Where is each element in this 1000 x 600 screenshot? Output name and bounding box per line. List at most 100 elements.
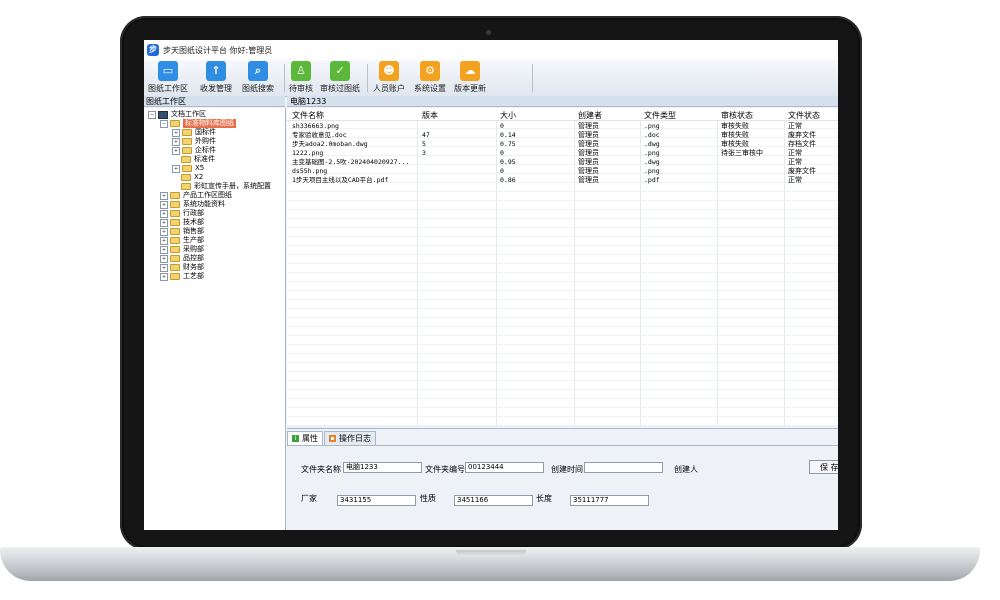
folder-icon bbox=[170, 264, 180, 271]
main-toolbar: ▭ 图纸工作区 ↑ 收发管理 ⌕ 图纸搜索 ♙ 待审核 ✓ 审核过图纸 ☻ 人员… bbox=[144, 60, 838, 97]
cell-size: 0 bbox=[500, 167, 504, 175]
folder-icon bbox=[181, 183, 191, 190]
table-row bbox=[287, 183, 838, 192]
drawing-search-button[interactable]: ⌕ 图纸搜索 bbox=[236, 61, 280, 94]
table-row bbox=[287, 372, 838, 381]
table-row bbox=[287, 381, 838, 390]
table-row bbox=[287, 399, 838, 408]
table-row bbox=[287, 210, 838, 219]
expand-icon[interactable]: + bbox=[160, 245, 168, 254]
tree-item[interactable]: − 文档工作区 bbox=[148, 110, 206, 119]
length-field[interactable]: 35111777 bbox=[570, 495, 649, 506]
expand-icon[interactable]: + bbox=[160, 272, 168, 281]
tree-item[interactable]: + 产品工作区图纸 bbox=[160, 191, 232, 200]
pending-review-button[interactable]: ♙ 待审核 bbox=[279, 61, 323, 94]
left-panel-blank bbox=[144, 297, 286, 530]
cell-file-name: 专家验收意见.doc bbox=[292, 131, 347, 139]
reviewed-drawings-button[interactable]: ✓ 审核过图纸 bbox=[318, 61, 362, 94]
tree-item[interactable]: + 行政部 bbox=[160, 209, 204, 218]
tree-item[interactable]: + 企标件 bbox=[172, 146, 216, 155]
expand-icon[interactable]: + bbox=[160, 200, 168, 209]
webcam-icon bbox=[486, 30, 491, 35]
tree-item[interactable]: 彩虹宣传手册，系统配置 bbox=[181, 182, 271, 191]
system-settings-button[interactable]: ⚙ 系统设置 bbox=[408, 61, 452, 94]
cell-file-type: .png bbox=[644, 167, 660, 175]
approved-document-icon: ✓ bbox=[330, 61, 350, 81]
table-row bbox=[287, 408, 838, 417]
tree-item[interactable]: − 标准物料库图纸 bbox=[160, 119, 236, 128]
tree-item[interactable]: 标准件 bbox=[181, 155, 215, 164]
title-bar: 步 步天图纸设计平台 你好:管理员 bbox=[144, 40, 838, 60]
folder-tree: − 文档工作区 − 标准物料库图纸 + 国标件 + 外购件 + 企标件 标准件 bbox=[144, 108, 286, 297]
properties-panel: i 属性 ▪ 操作日志 文件夹名称 电脑1233 文件夹编号 00123444 … bbox=[287, 428, 838, 530]
expand-icon[interactable]: + bbox=[160, 209, 168, 218]
collapse-icon[interactable]: − bbox=[160, 119, 168, 128]
folder-icon bbox=[170, 255, 180, 262]
left-panel-header: 图纸工作区 bbox=[144, 96, 285, 107]
folder-icon bbox=[182, 129, 192, 136]
table-row bbox=[287, 228, 838, 237]
search-document-icon: ⌕ bbox=[248, 61, 268, 81]
cell-size: 0 bbox=[500, 122, 504, 130]
folder-name-label: 文件夹名称 bbox=[301, 465, 341, 474]
creator-label: 创建人 bbox=[674, 465, 698, 474]
created-time-field[interactable] bbox=[584, 462, 663, 473]
save-button[interactable]: 保 存 bbox=[809, 460, 838, 474]
folder-name-field[interactable]: 电脑1233 bbox=[343, 462, 422, 473]
folder-number-field[interactable]: 00123444 bbox=[465, 462, 544, 473]
tab-operation-log[interactable]: ▪ 操作日志 bbox=[324, 431, 376, 445]
cell-file-type: .png bbox=[644, 122, 660, 130]
nature-field[interactable]: 3451166 bbox=[454, 495, 533, 506]
expand-icon[interactable]: + bbox=[160, 191, 168, 200]
tree-item[interactable]: + 系统功能资料 bbox=[160, 200, 225, 209]
tree-item[interactable]: + 财务部 bbox=[160, 263, 204, 272]
cell-file-type: .dwg bbox=[644, 140, 660, 148]
toolbar-divider bbox=[532, 64, 533, 92]
tree-item[interactable]: + X5 bbox=[172, 164, 204, 173]
expand-icon[interactable]: + bbox=[160, 236, 168, 245]
version-update-button[interactable]: ☁ 版本更新 bbox=[448, 61, 492, 94]
table-row bbox=[287, 363, 838, 372]
vendor-label: 厂家 bbox=[301, 494, 317, 503]
table-row bbox=[287, 318, 838, 327]
cell-file-name: 主变基础图-2.5吹-202404020927... bbox=[292, 158, 410, 166]
cell-creator: 管理员 bbox=[578, 167, 599, 175]
tree-item[interactable]: + 工艺部 bbox=[160, 272, 204, 281]
vendor-field[interactable]: 3431155 bbox=[337, 495, 416, 506]
cell-file-status: 正常 bbox=[788, 158, 802, 166]
expand-icon[interactable]: + bbox=[160, 227, 168, 236]
tab-properties[interactable]: i 属性 bbox=[287, 431, 323, 445]
expand-icon[interactable]: + bbox=[172, 146, 180, 155]
tree-item[interactable]: + 国标件 bbox=[172, 128, 216, 137]
expand-icon[interactable]: + bbox=[160, 218, 168, 227]
collapse-icon[interactable]: − bbox=[148, 110, 156, 119]
tree-item[interactable]: + 生产部 bbox=[160, 236, 204, 245]
expand-icon[interactable]: + bbox=[172, 128, 180, 137]
tree-item[interactable]: X2 bbox=[181, 173, 203, 182]
expand-icon[interactable]: + bbox=[160, 263, 168, 272]
folder-icon bbox=[181, 174, 191, 181]
cell-creator: 管理员 bbox=[578, 149, 599, 157]
cell-file-name: ds55h.png bbox=[292, 167, 328, 175]
expand-icon[interactable]: + bbox=[172, 137, 180, 146]
expand-icon[interactable]: + bbox=[172, 164, 180, 173]
tree-item[interactable]: + 技术部 bbox=[160, 218, 204, 227]
tree-item[interactable]: + 外购件 bbox=[172, 137, 216, 146]
tree-item[interactable]: + 销售部 bbox=[160, 227, 204, 236]
cell-size: 0 bbox=[500, 149, 504, 157]
folder-number-label: 文件夹编号 bbox=[425, 465, 465, 474]
log-icon: ▪ bbox=[329, 435, 336, 442]
user-accounts-button[interactable]: ☻ 人员账户 bbox=[367, 61, 411, 94]
tree-item[interactable]: + 品控部 bbox=[160, 254, 204, 263]
cell-creator: 管理员 bbox=[578, 140, 599, 148]
table-row bbox=[287, 192, 838, 201]
cell-size: 0.86 bbox=[500, 176, 516, 184]
send-receive-button[interactable]: ↑ 收发管理 bbox=[194, 61, 238, 94]
upload-icon: ↑ bbox=[206, 61, 226, 81]
table-row bbox=[287, 282, 838, 291]
table-row bbox=[287, 390, 838, 399]
expand-icon[interactable]: + bbox=[160, 254, 168, 263]
tree-item[interactable]: + 采购部 bbox=[160, 245, 204, 254]
gear-icon: ⚙ bbox=[420, 61, 440, 81]
workspace-button[interactable]: ▭ 图纸工作区 bbox=[146, 61, 190, 94]
